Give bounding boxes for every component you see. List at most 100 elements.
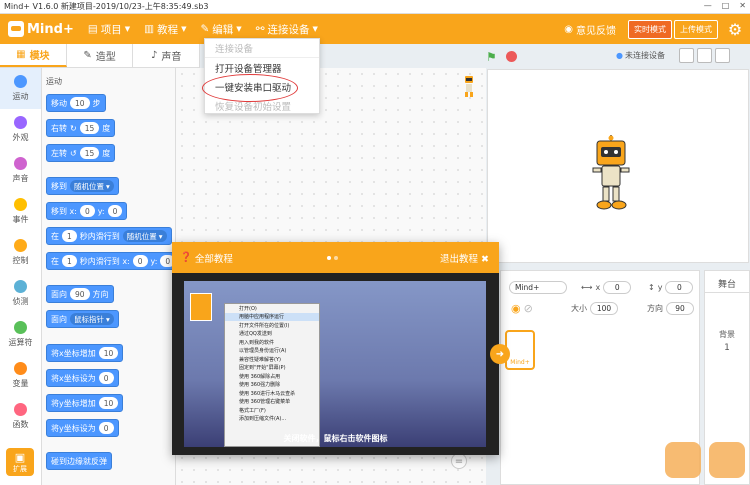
context-menu-item: 用脑中应用程序运行 (225, 312, 319, 321)
watermark-screen-icon (709, 442, 745, 478)
category-dot-icon (14, 362, 27, 375)
window-titlebar: Mind+ V1.6.0 新建项目-2019/10/23-上午8:35:49.s… (0, 0, 750, 14)
eye-show-icon[interactable]: ◉ (511, 302, 521, 315)
category-sensing[interactable]: 侦测 (0, 273, 41, 314)
block-text: 移到 (51, 181, 67, 191)
category-sidebar: 运动 外观 声音 事件 控制 侦测 运算符 变量 函数 (0, 68, 42, 485)
tutorial-title[interactable]: 全部教程 (195, 251, 233, 265)
sprite-y-input[interactable]: 0 (665, 281, 694, 294)
category-looks[interactable]: 外观 (0, 109, 41, 150)
turn-left-block[interactable]: 左转 ↺ 15 度 (46, 144, 116, 162)
category-variables[interactable]: 变量 (0, 355, 41, 396)
block-input[interactable]: 15 (79, 122, 100, 134)
watermark-logo (665, 440, 747, 480)
context-menu-item: 以管理员身份运行(A) (239, 348, 287, 355)
glide-dropdown[interactable]: 随机位置 ▾ (122, 230, 167, 242)
tutorial-header: ❓ 全部教程 退出教程 ✖ (172, 242, 499, 273)
maximize-button[interactable]: □ (722, 1, 730, 10)
app-desktop-icon (190, 293, 212, 321)
sprite-direction-input[interactable]: 90 (666, 302, 694, 315)
bounce-block[interactable]: 碰到边缘就反弹 (46, 452, 112, 470)
block-text: 在 (51, 256, 59, 266)
category-sound[interactable]: 声音 (0, 150, 41, 191)
change-x-block[interactable]: 将x坐标增加 10 (46, 344, 124, 362)
point-direction-block[interactable]: 面向 90 方向 (46, 285, 114, 303)
gear-icon[interactable]: ⚙ (720, 14, 750, 44)
menu-edit[interactable]: ✎ 编辑 ▼ (200, 22, 241, 37)
dropdown-value: 鼠标指针 (74, 314, 104, 324)
tutorial-pager[interactable] (327, 256, 338, 260)
edit-icon: ✎ (200, 23, 210, 35)
category-control[interactable]: 控制 (0, 232, 41, 273)
goto-block[interactable]: 移到 随机位置 ▾ (46, 177, 119, 195)
block-input[interactable]: 90 (70, 288, 90, 300)
set-x-block[interactable]: 将x坐标设为 0 (46, 369, 119, 387)
block-input[interactable]: 1 (62, 230, 77, 242)
tab-costumes-label: 造型 (95, 52, 116, 63)
eye-hide-icon[interactable]: ⊘ (524, 302, 533, 315)
menu-tutorial-label: 教程 (157, 23, 179, 36)
highlight-circle (202, 74, 298, 102)
block-input[interactable]: 15 (79, 147, 100, 159)
dropdown-value: 随机位置 (74, 181, 104, 191)
realtime-mode-button[interactable]: 实时模式 (628, 19, 672, 39)
block-text: 面向 (51, 314, 67, 324)
stage-canvas[interactable] (487, 69, 749, 263)
stop-icon[interactable] (506, 51, 517, 62)
glide-to-block[interactable]: 在 1 秒内滑行到 随机位置 ▾ (46, 227, 172, 245)
fullscreen-icon[interactable] (715, 48, 730, 63)
watermark-bot-icon (665, 442, 701, 478)
small-stage-icon[interactable] (679, 48, 694, 63)
menu-connect-label: 连接设备 (267, 23, 310, 36)
set-y-block[interactable]: 将y坐标设为 0 (46, 419, 119, 437)
context-menu-item: 使用 360进行木马云查杀 (239, 390, 296, 397)
normal-stage-icon[interactable] (697, 48, 712, 63)
feedback-button[interactable]: ◉ 意见反馈 (564, 22, 616, 37)
block-input[interactable]: 0 (79, 205, 95, 217)
extension-button[interactable]: ▣ 扩展 (6, 448, 34, 476)
zoom-reset-button[interactable]: = (451, 453, 467, 469)
block-input[interactable]: 0 (107, 205, 123, 217)
goto-xy-block[interactable]: 移到 x: 0 y: 0 (46, 202, 128, 220)
menu-tutorial[interactable]: ▥ 教程 ▼ (144, 22, 186, 37)
block-input[interactable]: 10 (70, 97, 90, 109)
exit-tutorial-button[interactable]: 退出教程 ✖ (440, 251, 489, 265)
category-dot-icon (14, 75, 27, 88)
menu-project[interactable]: ▤ 项目 ▼ (88, 22, 130, 37)
minimize-button[interactable]: — (704, 1, 712, 10)
next-arrow-icon[interactable]: ➜ (490, 344, 510, 364)
block-input[interactable]: 0 (98, 372, 114, 384)
menu-item-connect-device: 连接设备 (205, 39, 319, 58)
block-palette: 运动 移动 10 步 右转 ↻ 15 度 左转 ↺ 15 度 移到 随机位置 ▾ … (42, 68, 176, 485)
turn-right-block[interactable]: 右转 ↻ 15 度 (46, 119, 116, 137)
category-operators[interactable]: 运算符 (0, 314, 41, 355)
context-menu-item: 格式工厂(F) (239, 407, 266, 414)
category-events[interactable]: 事件 (0, 191, 41, 232)
block-input[interactable]: 10 (98, 347, 119, 359)
tab-blocks[interactable]: ▦ 模块 (0, 44, 67, 67)
goto-dropdown[interactable]: 随机位置 ▾ (70, 180, 114, 192)
sprite-size-input[interactable]: 100 (590, 302, 618, 315)
sprite-name-input[interactable]: Mind+ (509, 281, 567, 294)
tab-costumes[interactable]: ✎ 造型 (67, 44, 134, 67)
block-input[interactable]: 10 (98, 397, 119, 409)
context-menu-item: 用入到我的软件 (239, 339, 275, 346)
upload-mode-button[interactable]: 上传模式 (674, 19, 718, 39)
category-functions[interactable]: 函数 (0, 396, 41, 437)
sprite-x-input[interactable]: 0 (603, 281, 632, 294)
block-input[interactable]: 0 (98, 422, 114, 434)
move-steps-block[interactable]: 移动 10 步 (46, 94, 106, 112)
green-flag-icon[interactable]: ⚑ (486, 50, 497, 64)
point-towards-dropdown[interactable]: 鼠标指针 ▾ (70, 313, 114, 325)
block-input[interactable]: 1 (62, 255, 77, 267)
glide-xy-block[interactable]: 在 1 秒内滑行到 x: 0 y: 0 (46, 252, 175, 270)
point-towards-block[interactable]: 面向 鼠标指针 ▾ (46, 310, 119, 328)
menu-connect[interactable]: ⚯ 连接设备 ▼ (256, 22, 318, 37)
app-logo: Mind+ (8, 21, 74, 37)
block-text: 将x坐标增加 (51, 348, 96, 358)
close-button[interactable]: ✕ (739, 1, 746, 10)
block-input[interactable]: 0 (132, 255, 148, 267)
tab-sounds[interactable]: ♪ 声音 (133, 44, 201, 67)
change-y-block[interactable]: 将y坐标增加 10 (46, 394, 124, 412)
category-motion[interactable]: 运动 (0, 68, 41, 109)
